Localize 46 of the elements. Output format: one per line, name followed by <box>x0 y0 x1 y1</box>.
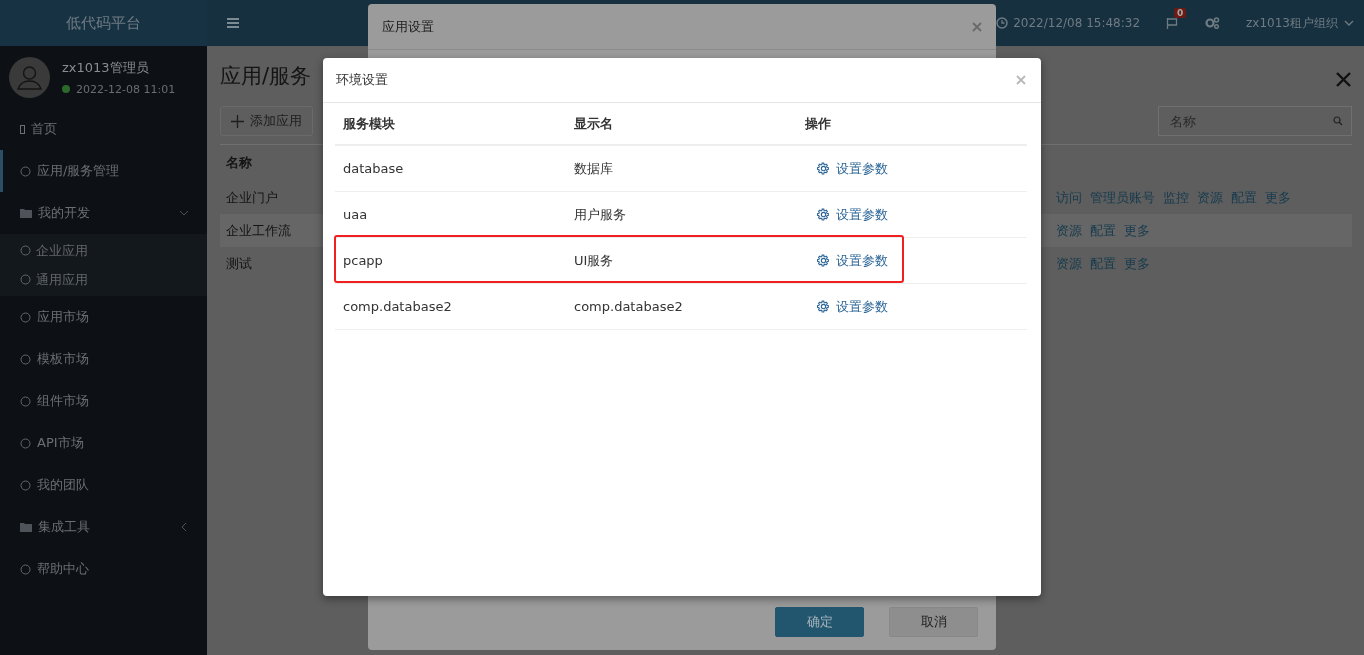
notification-badge: 0 <box>1174 7 1187 18</box>
column-header: 操作 <box>805 114 832 133</box>
sidebar-subitem[interactable]: 通用应用 <box>0 265 207 294</box>
sidebar-subitem[interactable]: 企业应用 <box>0 236 207 265</box>
sidebar-item[interactable]: 首页 <box>0 108 207 150</box>
dialog-title: 应用设置 <box>382 17 434 36</box>
sidebar-item[interactable]: 应用市场 <box>0 296 207 338</box>
brand-title: 低代码平台 <box>0 0 207 46</box>
set-params-link[interactable]: 设置参数 <box>805 205 1027 224</box>
page-title: 应用/服务 <box>220 63 312 90</box>
column-header: 显示名 <box>574 114 614 133</box>
sidebar-item[interactable]: API市场 <box>0 422 207 464</box>
app-name: 企业工作流 <box>226 221 291 240</box>
action-link[interactable]: 资源 <box>1056 221 1082 240</box>
column-header: 名称 <box>226 154 252 172</box>
datetime-text: 2022/12/08 15:48:32 <box>1013 16 1141 30</box>
display-name-cell-text: UI服务 <box>574 251 615 270</box>
sidebar-item[interactable]: 组件市场 <box>0 380 207 422</box>
dialog-title: 环境设置 <box>336 71 388 89</box>
sidebar-item[interactable]: 应用/服务管理 <box>0 150 207 192</box>
login-time: 2022-12-08 11:01 <box>76 82 176 96</box>
sidebar-item[interactable]: 集成工具 <box>0 506 207 548</box>
sidebar-item[interactable]: 模板市场 <box>0 338 207 380</box>
module-cell-text: uaa <box>343 207 369 222</box>
sidebar-item[interactable]: 帮助中心 <box>0 548 207 590</box>
action-link[interactable]: 配置 <box>1090 221 1116 240</box>
module-cell-text: database <box>343 161 405 176</box>
set-params-link[interactable]: 设置参数 <box>805 159 1027 178</box>
app-name: 测试 <box>226 254 252 273</box>
user-name: zx1013管理员 <box>62 58 150 77</box>
sidebar-item[interactable]: 我的开发 <box>0 192 207 234</box>
sidebar-item[interactable]: 我的团队 <box>0 464 207 506</box>
column-header: 服务模块 <box>343 114 396 133</box>
cancel-button[interactable]: 取消 <box>889 607 978 637</box>
module-cell-text: pcapp <box>343 253 384 268</box>
app-name: 企业门户 <box>226 188 278 207</box>
confirm-button[interactable]: 确定 <box>775 607 864 637</box>
add-app-button[interactable]: 添加应用 <box>220 106 313 136</box>
display-name-cell-text: comp.database2 <box>574 299 684 314</box>
set-params-link[interactable]: 设置参数 <box>805 251 1027 270</box>
display-name-cell-text: 数据库 <box>574 159 614 178</box>
action-link[interactable]: 更多 <box>1124 221 1150 240</box>
display-name-cell-text: 用户服务 <box>574 205 627 224</box>
set-params-link[interactable]: 设置参数 <box>805 297 1027 316</box>
organization-menu[interactable]: zx1013租户组织 <box>1246 14 1354 32</box>
module-cell-text: comp.database2 <box>343 299 453 314</box>
